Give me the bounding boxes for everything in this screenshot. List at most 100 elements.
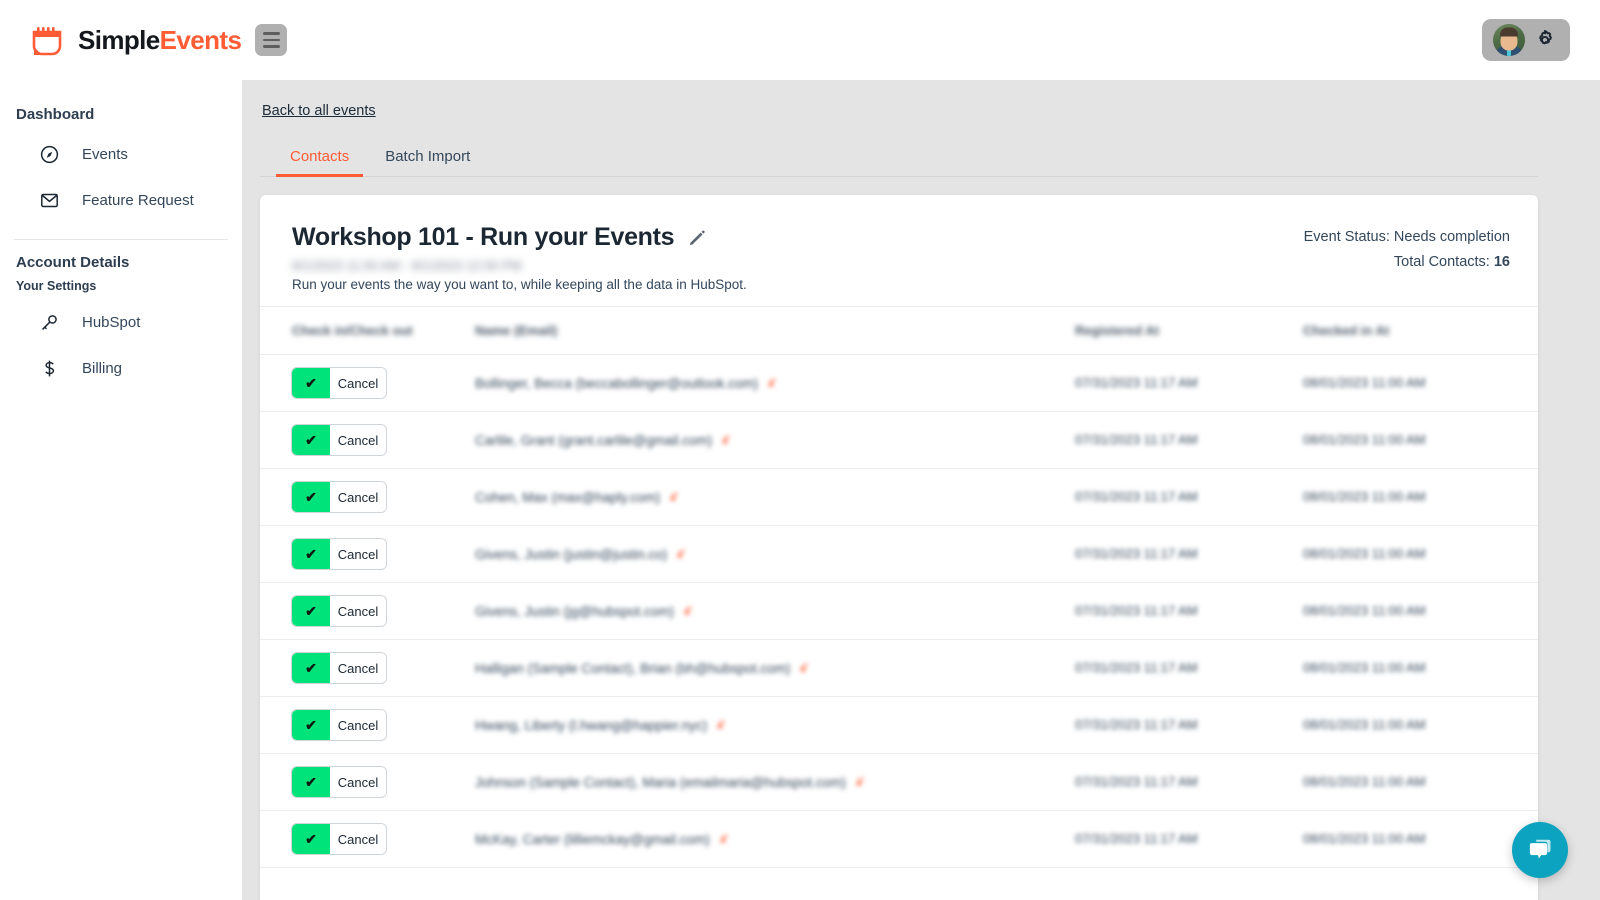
cell-check-controls: ✔Cancel — [260, 697, 475, 754]
brand-logo[interactable]: SimpleEvents — [30, 23, 287, 57]
cancel-button[interactable]: Cancel — [330, 710, 386, 740]
top-bar: SimpleEvents — [0, 0, 1600, 80]
table-row: ✔CancelJohnson (Sample Contact), Maria (… — [260, 754, 1538, 811]
checked-in-at-value: 08/01/2023 11:00 AM — [1303, 603, 1426, 618]
column-header-checkedin: Checked in At — [1303, 307, 1538, 355]
check-in-button[interactable]: ✔ — [292, 425, 330, 455]
check-in-button[interactable]: ✔ — [292, 824, 330, 854]
total-contacts-label: Total Contacts: — [1394, 254, 1490, 270]
avatar[interactable] — [1493, 24, 1525, 56]
cell-checked-in-at: 08/01/2023 11:00 AM — [1303, 583, 1538, 640]
cancel-button[interactable]: Cancel — [330, 653, 386, 683]
check-in-button[interactable]: ✔ — [292, 596, 330, 626]
cancel-button[interactable]: Cancel — [330, 824, 386, 854]
table-row: ✔CancelCarlile, Grant (grant.carlile@gma… — [260, 412, 1538, 469]
check-in-button-group: ✔Cancel — [292, 368, 386, 398]
sidebar-item-label: Feature Request — [82, 192, 194, 209]
contact-name-email: Halligan (Sample Contact), Brian (bh@hub… — [475, 661, 790, 676]
cell-registered-at: 07/31/2023 11:17 AM — [1075, 811, 1303, 868]
tab-bar: Contacts Batch Import — [260, 142, 1538, 177]
back-to-all-events-link[interactable]: Back to all events — [262, 103, 376, 119]
table-row: ✔Cancel Bollinger, Becca (beccabollinger@… — [260, 355, 1538, 412]
cell-checked-in-at: 08/01/2023 11:00 AM — [1303, 754, 1538, 811]
sidebar-heading-dashboard: Dashboard — [16, 106, 242, 123]
total-contacts: Total Contacts: 16 — [1304, 254, 1510, 270]
check-in-button[interactable]: ✔ — [292, 482, 330, 512]
check-in-button-group: ✔Cancel — [292, 596, 386, 626]
cell-name-email: Carlile, Grant (grant.carlile@gmail.com) — [475, 412, 1075, 469]
checked-in-at-value: 08/01/2023 11:00 AM — [1303, 717, 1426, 732]
hubspot-sprocket-icon[interactable] — [853, 776, 865, 788]
check-in-button[interactable]: ✔ — [292, 368, 330, 398]
table-row: ✔Cancel Halligan (Sample Contact), Brian … — [260, 640, 1538, 697]
cell-registered-at: 07/31/2023 11:17 AM — [1075, 526, 1303, 583]
hamburger-menu-icon[interactable] — [255, 24, 287, 56]
cancel-button[interactable]: Cancel — [330, 539, 386, 569]
cell-check-controls: ✔Cancel — [260, 355, 475, 412]
cell-checked-in-at: 08/01/2023 11:00 AM — [1303, 355, 1538, 412]
cell-check-controls: ✔Cancel — [260, 526, 475, 583]
cancel-button[interactable]: Cancel — [330, 596, 386, 626]
cancel-button[interactable]: Cancel — [330, 368, 386, 398]
hubspot-sprocket-icon[interactable] — [714, 719, 726, 731]
cell-checked-in-at: 08/01/2023 11:00 AM — [1303, 697, 1538, 754]
sidebar-item-label: Events — [82, 146, 128, 163]
cancel-button[interactable]: Cancel — [330, 767, 386, 797]
pencil-icon[interactable] — [688, 229, 706, 247]
sidebar-subheading-settings: Your Settings — [16, 279, 242, 293]
sidebar-item-label: HubSpot — [82, 314, 140, 331]
cell-checked-in-at: 08/01/2023 11:00 AM — [1303, 526, 1538, 583]
check-in-button-group: ✔Cancel — [292, 710, 386, 740]
dollar-icon — [38, 357, 60, 379]
cell-registered-at: 07/31/2023 11:17 AM — [1075, 469, 1303, 526]
hubspot-sprocket-icon[interactable] — [667, 491, 679, 503]
hubspot-sprocket-icon[interactable] — [719, 434, 731, 446]
event-card: Workshop 101 - Run your Events 8/1/2023 … — [260, 195, 1538, 900]
page-title: Workshop 101 - Run your Events — [292, 223, 674, 252]
hubspot-sprocket-icon[interactable] — [681, 605, 693, 617]
sidebar-item-billing[interactable]: Billing — [0, 345, 242, 391]
column-header-name: Name (Email) — [475, 307, 1075, 355]
hubspot-sprocket-icon[interactable] — [674, 548, 686, 560]
table-row: ✔CancelGivens, Justin (jg@hubspot.com)07… — [260, 583, 1538, 640]
hubspot-sprocket-icon[interactable] — [717, 833, 729, 845]
event-status: Event Status: Needs completion — [1304, 229, 1510, 245]
compass-icon — [38, 143, 60, 165]
check-in-button[interactable]: ✔ — [292, 767, 330, 797]
hubspot-sprocket-icon[interactable] — [765, 377, 777, 389]
key-icon — [38, 311, 60, 333]
cell-check-controls: ✔Cancel — [260, 469, 475, 526]
event-status-label: Event Status: — [1304, 229, 1390, 245]
cancel-button[interactable]: Cancel — [330, 425, 386, 455]
cell-name-email: Bollinger, Becca (beccabollinger@outlook… — [475, 355, 1075, 412]
cell-checked-in-at: 08/01/2023 11:00 AM — [1303, 640, 1538, 697]
cell-registered-at: 07/31/2023 11:17 AM — [1075, 355, 1303, 412]
table-row: ✔CancelMcKay, Carter (lilliemckay@gmail.… — [260, 811, 1538, 868]
check-in-button[interactable]: ✔ — [292, 539, 330, 569]
check-in-button[interactable]: ✔ — [292, 653, 330, 683]
calendar-icon — [30, 23, 64, 57]
gear-icon[interactable] — [1533, 28, 1557, 52]
cell-registered-at: 07/31/2023 11:17 AM — [1075, 697, 1303, 754]
event-card-header: Workshop 101 - Run your Events 8/1/2023 … — [260, 195, 1538, 306]
registered-at-value: 07/31/2023 11:17 AM — [1075, 717, 1198, 732]
tab-contacts[interactable]: Contacts — [276, 142, 363, 177]
cell-check-controls: ✔Cancel — [260, 412, 475, 469]
inbox-icon — [38, 189, 60, 211]
cell-registered-at: 07/31/2023 11:17 AM — [1075, 640, 1303, 697]
cell-checked-in-at: 08/01/2023 11:00 AM — [1303, 412, 1538, 469]
registered-at-value: 07/31/2023 11:17 AM — [1075, 774, 1198, 789]
sidebar-item-hubspot[interactable]: HubSpot — [0, 299, 242, 345]
cancel-button[interactable]: Cancel — [330, 482, 386, 512]
tab-batch-import[interactable]: Batch Import — [371, 142, 484, 177]
sidebar-item-events[interactable]: Events — [0, 131, 242, 177]
main-content: Back to all events Contacts Batch Import… — [242, 80, 1600, 900]
hubspot-sprocket-icon[interactable] — [797, 662, 809, 674]
chat-widget-button[interactable] — [1512, 822, 1568, 878]
event-date-range: 8/1/2023 11:00 AM - 8/1/2023 12:00 PM — [292, 258, 1304, 273]
sidebar-item-feature-request[interactable]: Feature Request — [0, 177, 242, 223]
contacts-table-body: ✔CancelBollinger, Becca (beccabollinger@… — [260, 355, 1538, 868]
check-in-button[interactable]: ✔ — [292, 710, 330, 740]
cell-name-email: Hwang, Liberty (l.hwang@happier.nyc) — [475, 697, 1075, 754]
user-settings-box[interactable] — [1482, 19, 1570, 61]
